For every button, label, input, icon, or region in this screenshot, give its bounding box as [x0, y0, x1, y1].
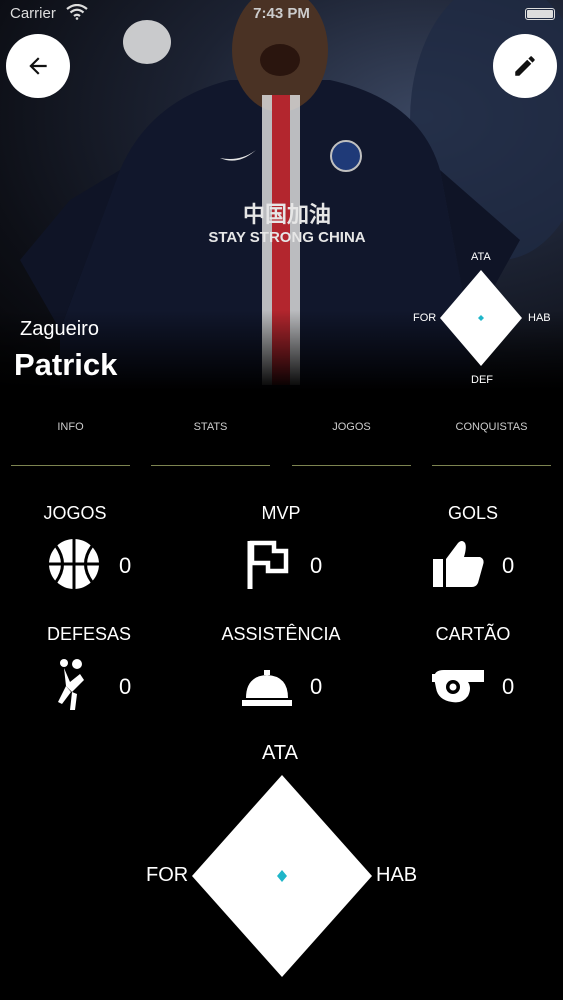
- status-bar: Carrier 7:43 PM: [0, 0, 563, 30]
- tab-conquistas[interactable]: CONQUISTAS: [432, 405, 551, 467]
- pencil-icon: [515, 56, 535, 76]
- svg-text:STAY STRONG CHINA: STAY STRONG CHINA: [208, 229, 365, 246]
- tab-jogos-label: JOGOS: [332, 421, 371, 433]
- tab-stats-underline: [151, 465, 270, 466]
- stat-gols-value: 0: [502, 553, 515, 578]
- mini-radar-label-def: DEF: [471, 374, 493, 386]
- tab-conquistas-label: CONQUISTAS: [455, 421, 528, 433]
- tab-stats-label: STATS: [193, 421, 228, 433]
- profile-tabs: INFO STATS JOGOS CONQUISTAS: [0, 405, 563, 467]
- whistle-icon: [432, 670, 484, 703]
- mini-radar-diamond: [440, 270, 522, 366]
- tab-info-underline: [11, 465, 130, 466]
- stat-cartao-value: 0: [502, 674, 515, 699]
- stat-mvp-value: 0: [310, 553, 323, 578]
- mini-radar-label-hab: HAB: [528, 312, 551, 324]
- flag-icon: [247, 540, 289, 589]
- status-time: 7:43 PM: [253, 5, 310, 22]
- mini-radar-label-ata: ATA: [471, 251, 491, 263]
- svg-text:中国加油: 中国加油: [243, 202, 331, 227]
- tab-jogos-underline: [292, 465, 411, 466]
- radar-diamond: [192, 775, 372, 977]
- stat-gols-title: GOLS: [447, 503, 499, 523]
- player-position: Zagueiro: [20, 318, 99, 340]
- tab-conquistas-underline: [432, 465, 551, 466]
- tab-info-label: INFO: [57, 421, 84, 433]
- stat-mvp-title: MVP: [261, 503, 301, 523]
- stat-cartao-title: CARTÃO: [435, 624, 511, 644]
- tab-jogos[interactable]: JOGOS: [292, 405, 411, 467]
- stat-jogos-title: JOGOS: [43, 503, 107, 523]
- mini-radar-label-for: FOR: [413, 312, 437, 324]
- stat-jogos-value: 0: [119, 553, 132, 578]
- basketball-icon: [49, 539, 99, 589]
- back-button[interactable]: [6, 34, 70, 98]
- edit-button[interactable]: [493, 34, 557, 98]
- thumbs-up-icon: [433, 541, 484, 587]
- mini-attribute-radar: ATA FOR HAB DEF: [410, 250, 555, 390]
- tab-stats[interactable]: STATS: [151, 405, 270, 467]
- stat-assistencia-value: 0: [310, 674, 323, 699]
- radar-label-ata: ATA: [262, 742, 298, 764]
- radar-label-for: FOR: [146, 864, 189, 886]
- service-bell-icon: [242, 670, 292, 706]
- arrow-left-icon: [29, 57, 47, 75]
- stat-assistencia-title: ASSISTÊNCIA: [221, 624, 341, 644]
- battery-icon: [525, 8, 555, 20]
- attribute-radar: ATA FOR HAB: [140, 740, 430, 985]
- stat-defesas-value: 0: [119, 674, 132, 699]
- handball-player-icon: [58, 659, 84, 710]
- tab-info[interactable]: INFO: [11, 405, 130, 467]
- player-name: Patrick: [14, 347, 118, 382]
- radar-label-hab: HAB: [376, 864, 418, 886]
- stat-defesas-title: DEFESAS: [46, 624, 132, 644]
